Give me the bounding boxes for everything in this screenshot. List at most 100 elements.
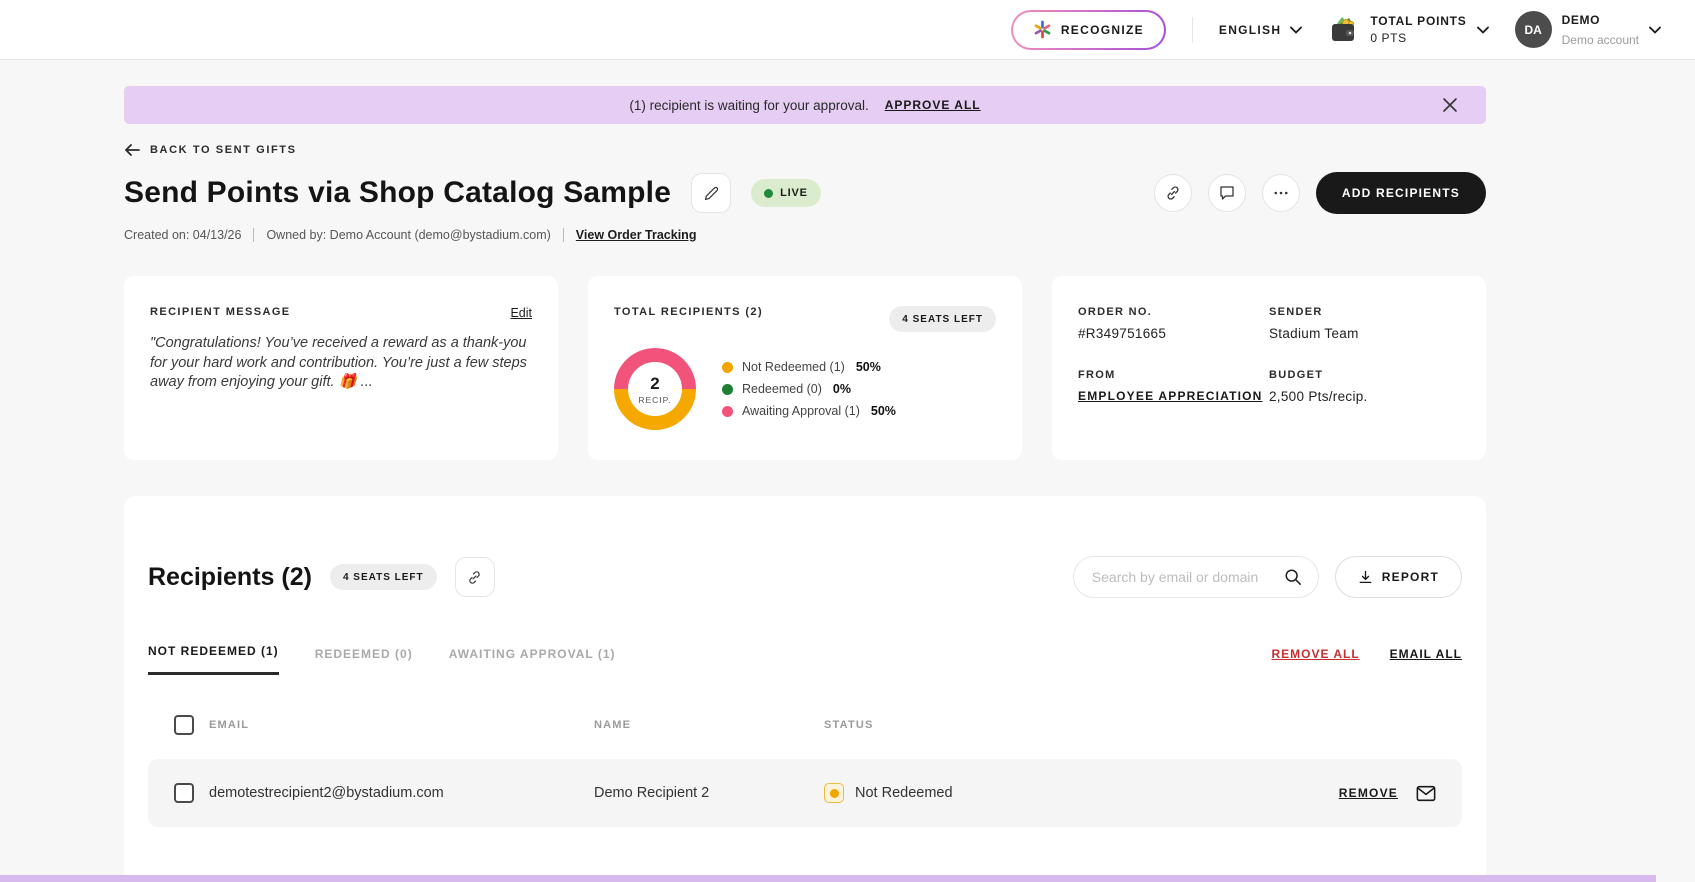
report-button[interactable]: REPORT (1334, 556, 1462, 598)
budget-value: 2,500 Pts/recip. (1269, 389, 1368, 404)
chevron-down-icon (1649, 26, 1661, 34)
back-arrow-icon (125, 144, 140, 156)
tab-redeemed[interactable]: REDEEMED (0) (315, 647, 413, 675)
order-no-label: ORDER NO. (1078, 306, 1153, 318)
green-dot-icon (722, 383, 733, 395)
table-header: EMAIL NAME STATUS (148, 715, 1462, 735)
wallet-icon (1328, 15, 1360, 45)
recipient-message-body: "Congratulations! You’ve received a rewa… (150, 335, 527, 391)
order-details-card: ORDER NO. #R349751665 SENDER Stadium Tea… (1052, 276, 1486, 460)
recipient-status: Not Redeemed (855, 785, 953, 801)
status-badge: LIVE (751, 179, 821, 207)
order-no-value: #R349751665 (1078, 326, 1167, 341)
recognize-asterisk-icon (1033, 20, 1052, 39)
tab-not-redeemed[interactable]: NOT REDEEMED (1) (148, 644, 279, 675)
remove-recipient-link[interactable]: REMOVE (1339, 786, 1398, 800)
recognize-button[interactable]: RECOGNIZE (1011, 10, 1166, 50)
copy-link-button[interactable] (1153, 174, 1192, 212)
recipients-tabs: NOT REDEEMED (1) REDEEMED (0) AWAITING A… (148, 644, 1462, 675)
account-subtitle: Demo account (1561, 32, 1639, 47)
more-options-button[interactable] (1261, 174, 1300, 212)
recipients-section: Recipients (2) 4 SEATS LEFT Search by em… (124, 496, 1486, 882)
status-column-header: STATUS (824, 719, 874, 731)
table-row: demotestrecipient2@bystadium.com Demo Re… (148, 759, 1462, 827)
recipient-email: demotestrecipient2@bystadium.com (209, 785, 444, 801)
close-icon[interactable] (1440, 95, 1460, 115)
not-redeemed-status-icon (824, 783, 844, 803)
recipient-message-card: RECIPIENT MESSAGE Edit "Congratulations!… (124, 276, 558, 460)
legend-item-awaiting-approval: Awaiting Approval (1) 50% (722, 404, 896, 418)
avatar: DA (1514, 11, 1552, 48)
top-bar: RECOGNIZE ENGLISH TOTAL POINTS 0 PTS DA … (0, 0, 1695, 60)
add-recipients-button[interactable]: ADD RECIPIENTS (1315, 172, 1486, 214)
email-column-header: EMAIL (209, 719, 250, 731)
recipient-message-title: RECIPIENT MESSAGE (150, 306, 291, 318)
approve-all-link[interactable]: APPROVE ALL (885, 98, 981, 112)
select-all-checkbox[interactable] (174, 715, 194, 735)
owned-by-text: Owned by: Demo Account (demo@bystadium.c… (266, 228, 551, 242)
chevron-down-icon (1290, 26, 1303, 34)
donut-caption: RECIP. (638, 394, 672, 405)
bottom-banner-strip (0, 875, 1656, 882)
language-label: ENGLISH (1218, 22, 1282, 37)
search-icon[interactable] (1284, 568, 1302, 586)
from-campaign-link[interactable]: EMPLOYEE APPRECIATION (1078, 389, 1269, 403)
edit-title-button[interactable] (691, 173, 732, 213)
download-icon (1359, 570, 1372, 583)
link-icon (469, 570, 480, 584)
email-all-link[interactable]: EMAIL ALL (1390, 647, 1462, 661)
back-link-label: BACK TO SENT GIFTS (150, 144, 297, 156)
share-link-button[interactable] (454, 557, 495, 597)
meta-divider (253, 228, 255, 242)
row-checkbox[interactable] (174, 783, 194, 803)
comment-button[interactable] (1207, 174, 1246, 212)
chevron-down-icon (1476, 26, 1489, 34)
from-label: FROM (1078, 369, 1116, 381)
recipients-donut-chart: 2 RECIP. (614, 348, 696, 430)
total-points-value: 0 PTS (1370, 31, 1407, 45)
created-on-text: Created on: 04/13/26 (124, 228, 242, 242)
approval-banner: (1) recipient is waiting for your approv… (124, 86, 1486, 124)
total-points-label: TOTAL POINTS (1370, 14, 1467, 28)
report-label: REPORT (1381, 570, 1439, 584)
account-name: DEMO (1561, 12, 1601, 27)
budget-label: BUDGET (1269, 369, 1324, 381)
meta-divider (562, 228, 564, 242)
donut-legend: Not Redeemed (1) 50% Redeemed (0) 0% Awa… (722, 360, 896, 418)
total-recipients-title: TOTAL RECIPIENTS (2) (614, 306, 764, 318)
view-order-tracking-link[interactable]: View Order Tracking (576, 228, 697, 242)
approval-banner-message: (1) recipient is waiting for your approv… (629, 97, 869, 113)
back-to-sent-gifts-link[interactable]: BACK TO SENT GIFTS (124, 144, 1486, 156)
envelope-icon[interactable] (1416, 785, 1436, 802)
language-selector[interactable]: ENGLISH (1218, 22, 1303, 37)
remove-all-link[interactable]: REMOVE ALL (1271, 647, 1359, 661)
live-dot-icon (764, 188, 774, 198)
sender-label: SENDER (1269, 306, 1323, 318)
donut-value: 2 (650, 373, 660, 393)
status-label: LIVE (780, 187, 808, 199)
search-input[interactable] (1091, 569, 1276, 585)
seats-left-badge: 4 SEATS LEFT (329, 564, 437, 590)
total-points-menu[interactable]: TOTAL POINTS 0 PTS (1328, 14, 1489, 45)
amber-dot-icon (722, 361, 733, 373)
edit-message-link[interactable]: Edit (510, 306, 532, 320)
total-recipients-card: TOTAL RECIPIENTS (2) 4 SEATS LEFT 2 RECI… (588, 276, 1022, 460)
legend-item-not-redeemed: Not Redeemed (1) 50% (722, 360, 896, 374)
sender-value: Stadium Team (1269, 326, 1359, 341)
pink-dot-icon (722, 405, 733, 417)
account-menu[interactable]: DA DEMO Demo account (1514, 11, 1661, 48)
comment-icon (1220, 186, 1234, 200)
link-icon (1167, 186, 1179, 200)
name-column-header: NAME (594, 719, 632, 731)
pencil-icon (704, 186, 718, 200)
more-dots-icon (1274, 191, 1288, 195)
tab-awaiting-approval[interactable]: AWAITING APPROVAL (1) (449, 647, 616, 675)
legend-item-redeemed: Redeemed (0) 0% (722, 382, 896, 396)
recipient-name: Demo Recipient 2 (594, 785, 710, 801)
search-box (1072, 556, 1319, 598)
seats-left-badge: 4 SEATS LEFT (889, 306, 996, 332)
page-title: Send Points via Shop Catalog Sample (124, 176, 672, 209)
recipients-heading: Recipients (2) (148, 562, 312, 591)
header-divider (1191, 16, 1193, 43)
recognize-label: RECOGNIZE (1060, 22, 1144, 37)
